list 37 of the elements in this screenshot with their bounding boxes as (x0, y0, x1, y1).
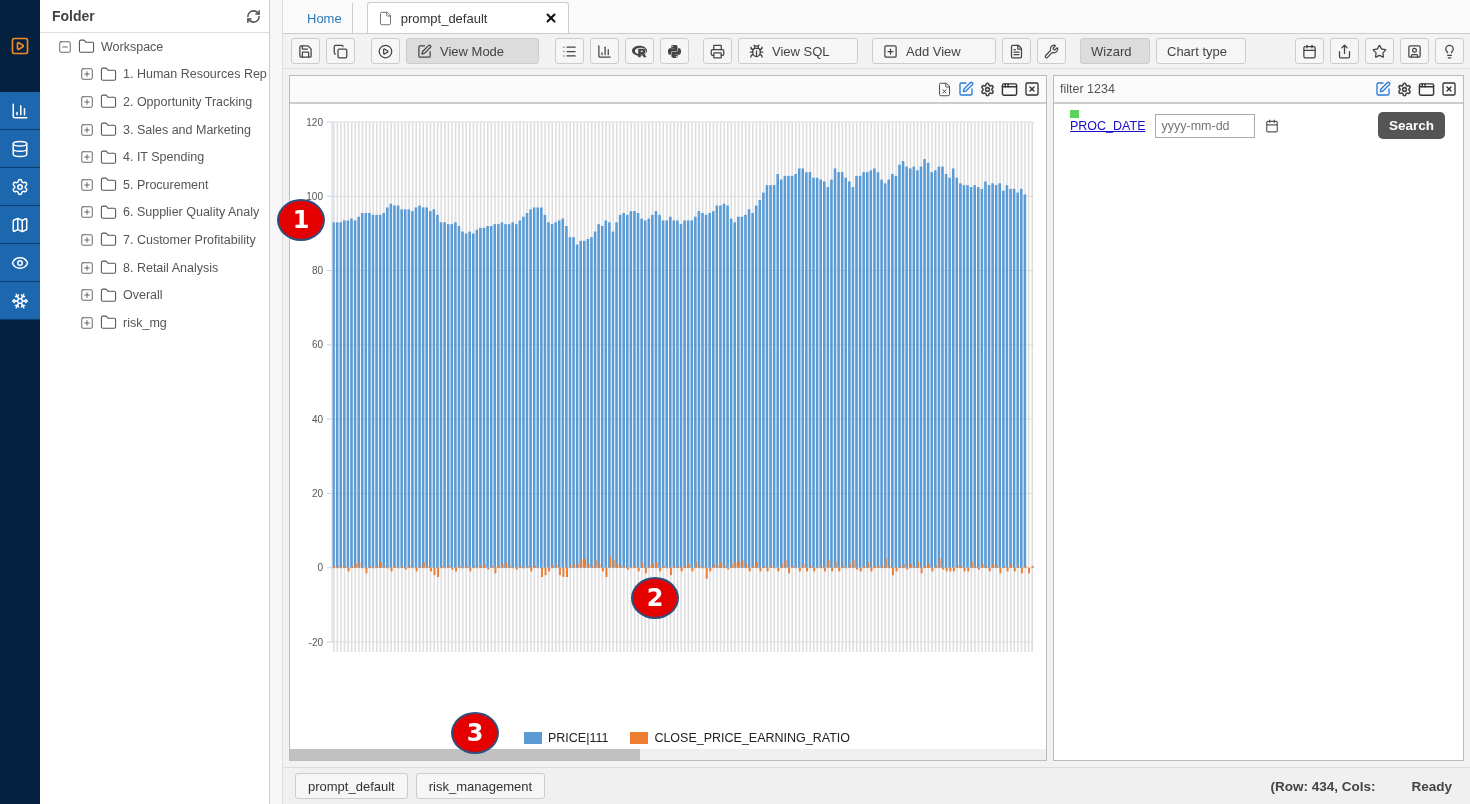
folder-label[interactable]: Workspace (101, 39, 164, 54)
folder-label[interactable]: 6. Supplier Quality Analy (123, 205, 260, 220)
sheet-tab[interactable]: risk_management (415, 773, 546, 799)
sheet-tab[interactable]: prompt_default (295, 773, 408, 799)
toolbar-button[interactable]: Wizard (1080, 38, 1150, 64)
axis-label: 0 (317, 562, 323, 574)
axis-label: -20 (308, 636, 323, 648)
axis-label: 120 (306, 116, 323, 128)
toolbar-button[interactable]: Add View (872, 38, 996, 64)
row-count-text: (Row: 434, Cols: (1270, 778, 1376, 794)
panel-title: Folder (52, 8, 95, 24)
home-tab[interactable]: Home (297, 3, 353, 33)
toolbar-button[interactable]: Chart type (1156, 38, 1246, 64)
folder-label[interactable]: 2. Opportunity Tracking (123, 95, 253, 109)
folder-label[interactable]: 8. Retail Analysis (123, 260, 219, 275)
document-tab[interactable]: prompt_default (366, 2, 569, 33)
axis-label: 40 (311, 413, 323, 425)
axis-label: 20 (311, 487, 323, 499)
folder-label[interactable]: 1. Human Resources Rep (123, 67, 267, 82)
status-text: Ready (1411, 778, 1452, 794)
folder-label[interactable]: risk_mg (123, 315, 167, 330)
date-input-field[interactable]: yyyy-mm-dd (1155, 113, 1256, 138)
folder-label[interactable]: Overall (123, 288, 163, 303)
folder-label[interactable]: 5. Procurement (123, 177, 209, 192)
field-link[interactable]: PROC_DATE (1070, 119, 1146, 133)
folder-label[interactable]: 7. Customer Profitability (123, 232, 256, 247)
folder-label[interactable]: 3. Sales and Marketing (123, 122, 251, 137)
legend-label: CLOSE_PRICE_EARNING_RATIO (654, 731, 851, 745)
axis-label: 100 (306, 190, 323, 202)
toolbar-button[interactable]: View SQL (738, 38, 858, 64)
legend-label: PRICE|111 (547, 731, 609, 745)
axis-label: 60 (311, 339, 323, 351)
search-button[interactable]: Search (1377, 112, 1445, 139)
axis-label: 80 (311, 265, 323, 277)
folder-label[interactable]: 4. IT Spending (123, 150, 205, 165)
panel-title: filter 1234 (1060, 82, 1116, 96)
toolbar-button[interactable]: View Mode (406, 38, 539, 64)
